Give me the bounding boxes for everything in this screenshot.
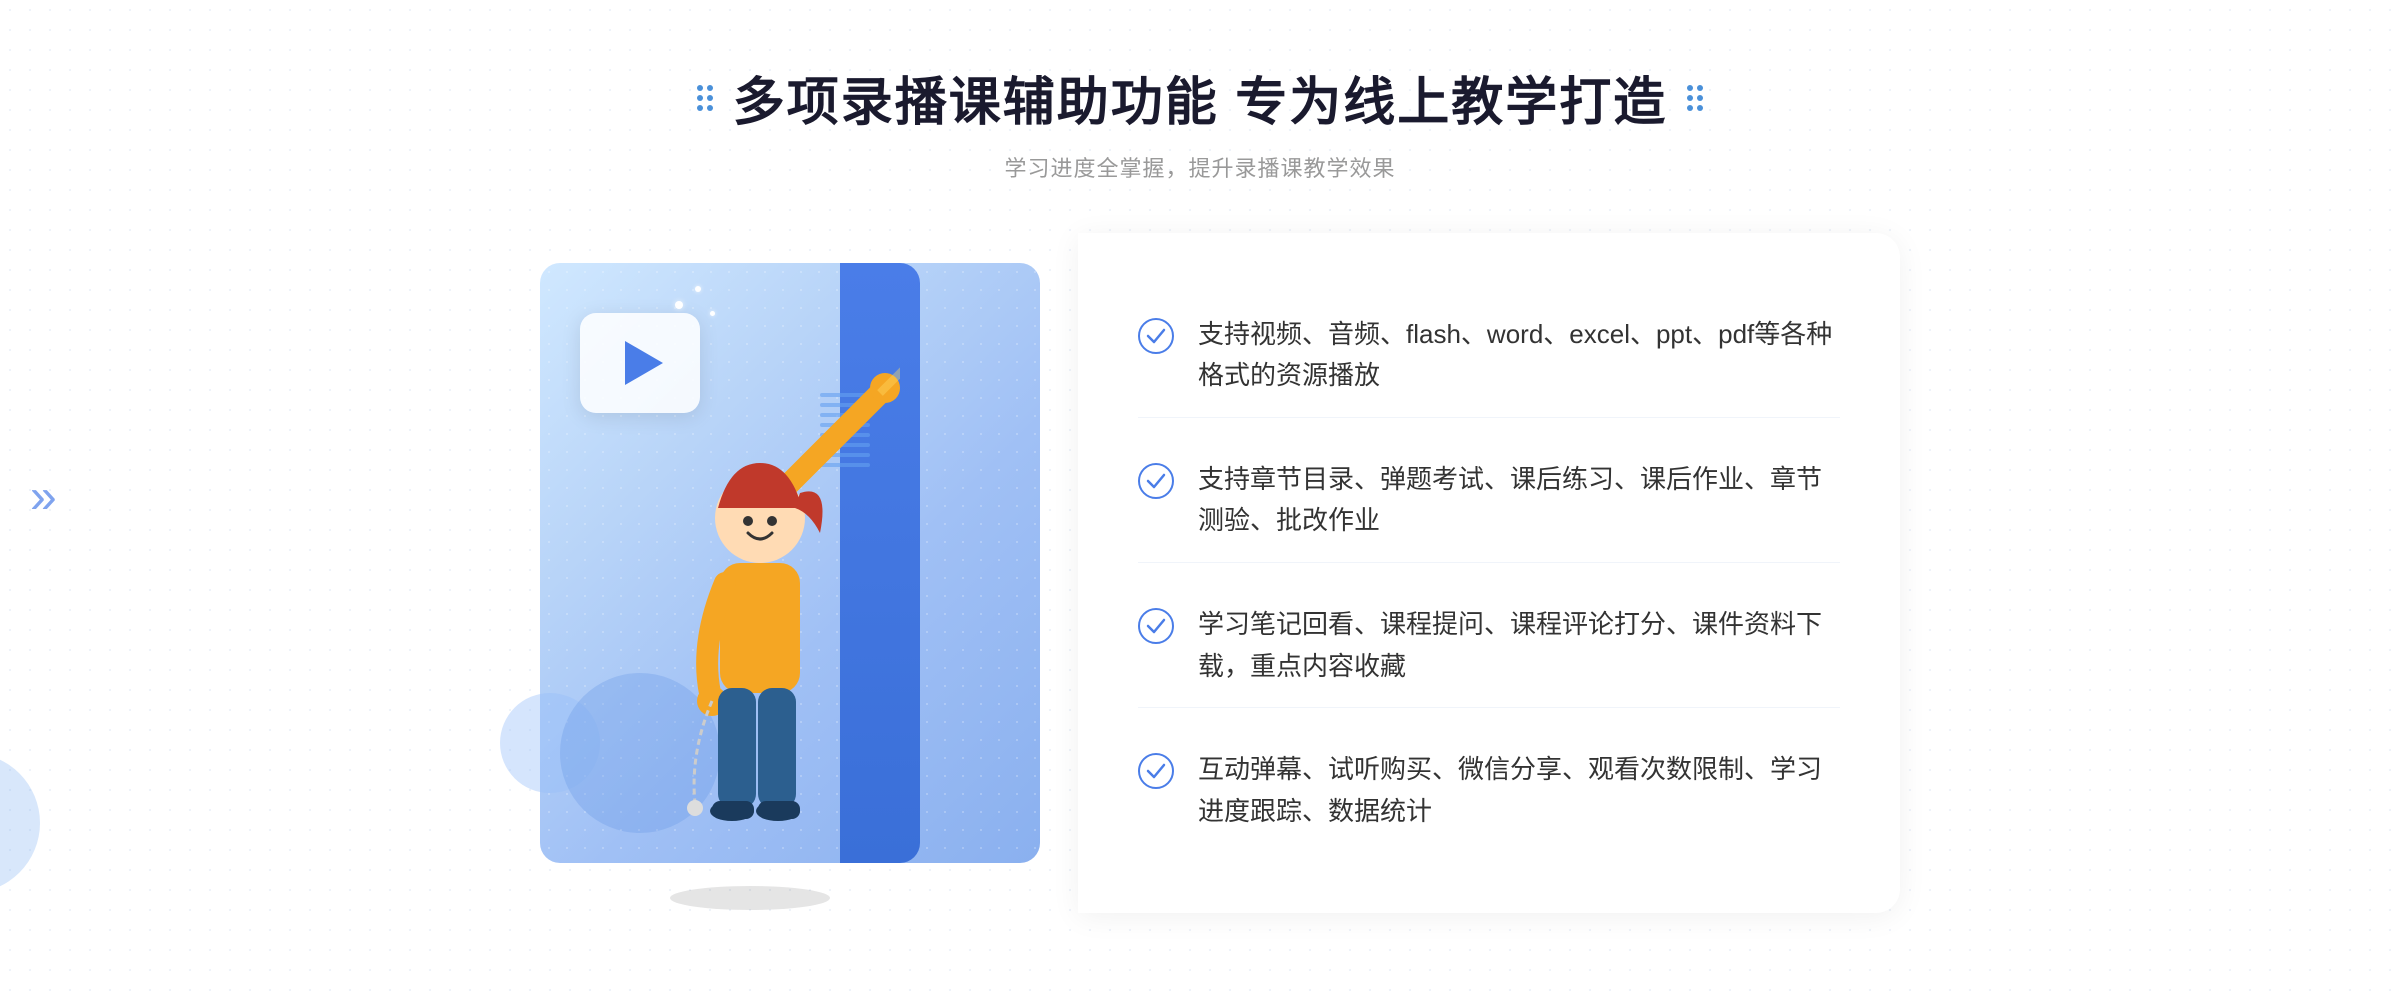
page-container: » 多项录播课辅助功能 专为线上教学打造: [0, 0, 2400, 993]
features-panel: 支持视频、音频、flash、word、excel、ppt、pdf等各种格式的资源…: [1078, 233, 1900, 913]
dot-8: [1697, 85, 1703, 91]
feature-text-4: 互动弹幕、试听购买、微信分享、观看次数限制、学习进度跟踪、数据统计: [1198, 749, 1840, 832]
header-section: 多项录播课辅助功能 专为线上教学打造 学习进度全掌握，提升录播课教学效果: [697, 60, 1703, 183]
check-circle-icon-2: [1138, 463, 1174, 499]
sparkle-dot-2: [695, 286, 701, 292]
check-circle-icon-3: [1138, 608, 1174, 644]
dot-5: [697, 105, 703, 111]
illustration-area: [500, 233, 1080, 913]
dot-2: [707, 85, 713, 91]
feature-item-2: 支持章节目录、弹题考试、课后练习、课后作业、章节测验、批改作业: [1138, 439, 1840, 563]
title-row: 多项录播课辅助功能 专为线上教学打造: [697, 60, 1703, 135]
sparkle-dot-1: [675, 301, 683, 309]
dot-3: [697, 95, 703, 101]
check-circle-icon-1: [1138, 318, 1174, 354]
content-section: 支持视频、音频、flash、word、excel、ppt、pdf等各种格式的资源…: [500, 233, 1900, 913]
character-illustration: [600, 333, 900, 913]
sparkle-dot-3: [710, 311, 715, 316]
dot-12: [1697, 105, 1703, 111]
dot-4: [707, 95, 713, 101]
dot-6: [707, 105, 713, 111]
page-subtitle: 学习进度全掌握，提升录播课教学效果: [1004, 151, 1395, 183]
dot-7: [1687, 85, 1693, 91]
check-circle-icon-4: [1138, 753, 1174, 789]
dot-1: [697, 85, 703, 91]
feature-text-2: 支持章节目录、弹题考试、课后练习、课后作业、章节测验、批改作业: [1198, 459, 1840, 542]
feature-text-1: 支持视频、音频、flash、word、excel、ppt、pdf等各种格式的资源…: [1198, 314, 1840, 397]
feature-text-3: 学习笔记回看、课程提问、课程评论打分、课件资料下载，重点内容收藏: [1198, 604, 1840, 687]
feature-item-3: 学习笔记回看、课程提问、课程评论打分、课件资料下载，重点内容收藏: [1138, 584, 1840, 708]
title-dots-left: [697, 85, 713, 111]
page-title: 多项录播课辅助功能 专为线上教学打造: [733, 60, 1667, 135]
chevron-left-icon: »: [30, 469, 57, 524]
dot-10: [1697, 95, 1703, 101]
title-dots-right: [1687, 85, 1703, 111]
deco-circle-bottom: [0, 753, 40, 893]
dot-11: [1687, 105, 1693, 111]
feature-item-1: 支持视频、音频、flash、word、excel、ppt、pdf等各种格式的资源…: [1138, 294, 1840, 418]
feature-item-4: 互动弹幕、试听购买、微信分享、观看次数限制、学习进度跟踪、数据统计: [1138, 729, 1840, 852]
dot-9: [1687, 95, 1693, 101]
